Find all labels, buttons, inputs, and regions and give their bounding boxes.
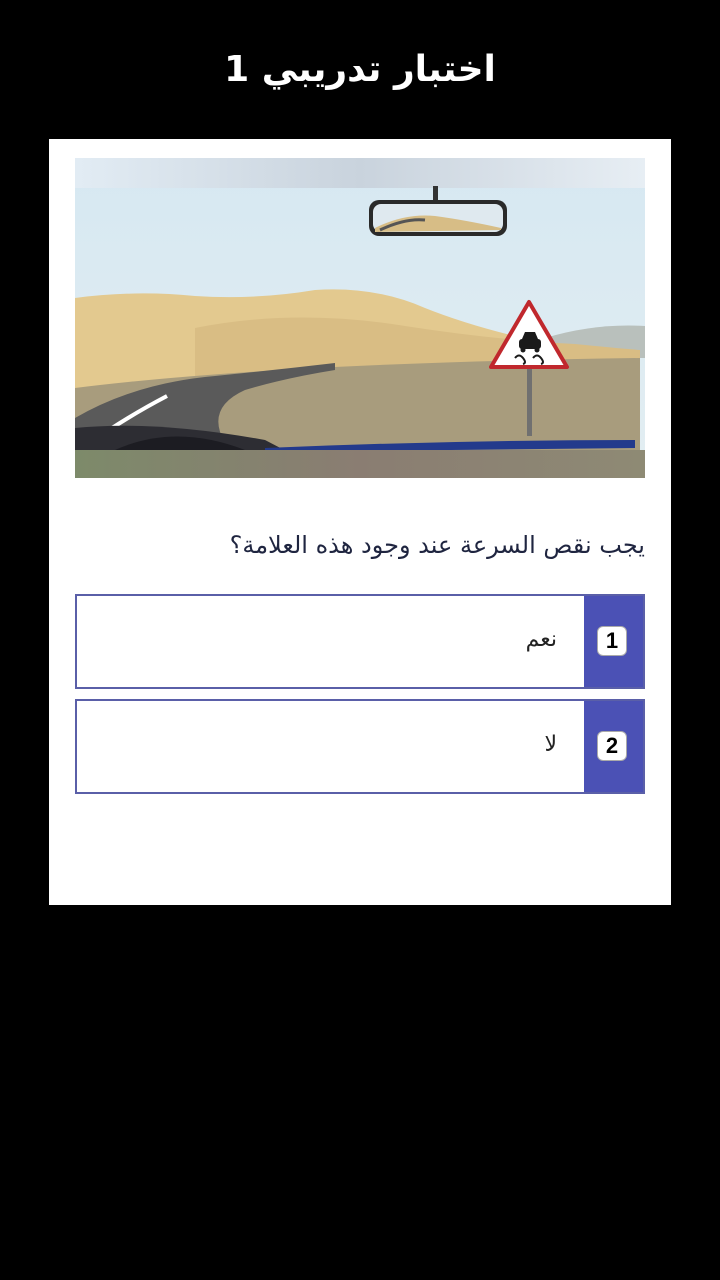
- question-card: يجب نقص السرعة عند وجود هذه العلامة؟ 1 ن…: [49, 139, 671, 905]
- answer-option-2[interactable]: 2 لا: [75, 699, 645, 794]
- option-label: لا: [544, 732, 557, 757]
- option-number-cell: 1: [584, 596, 643, 687]
- answer-option-1[interactable]: 1 نعم: [75, 594, 645, 689]
- option-number-badge: 2: [597, 731, 627, 761]
- option-number-badge: 1: [597, 626, 627, 656]
- question-image: [75, 158, 645, 478]
- page-title: اختبار تدريبي 1: [224, 49, 496, 90]
- option-number-cell: 2: [584, 701, 643, 792]
- question-text: يجب نقص السرعة عند وجود هذه العلامة؟: [229, 531, 645, 559]
- option-label: نعم: [525, 627, 557, 652]
